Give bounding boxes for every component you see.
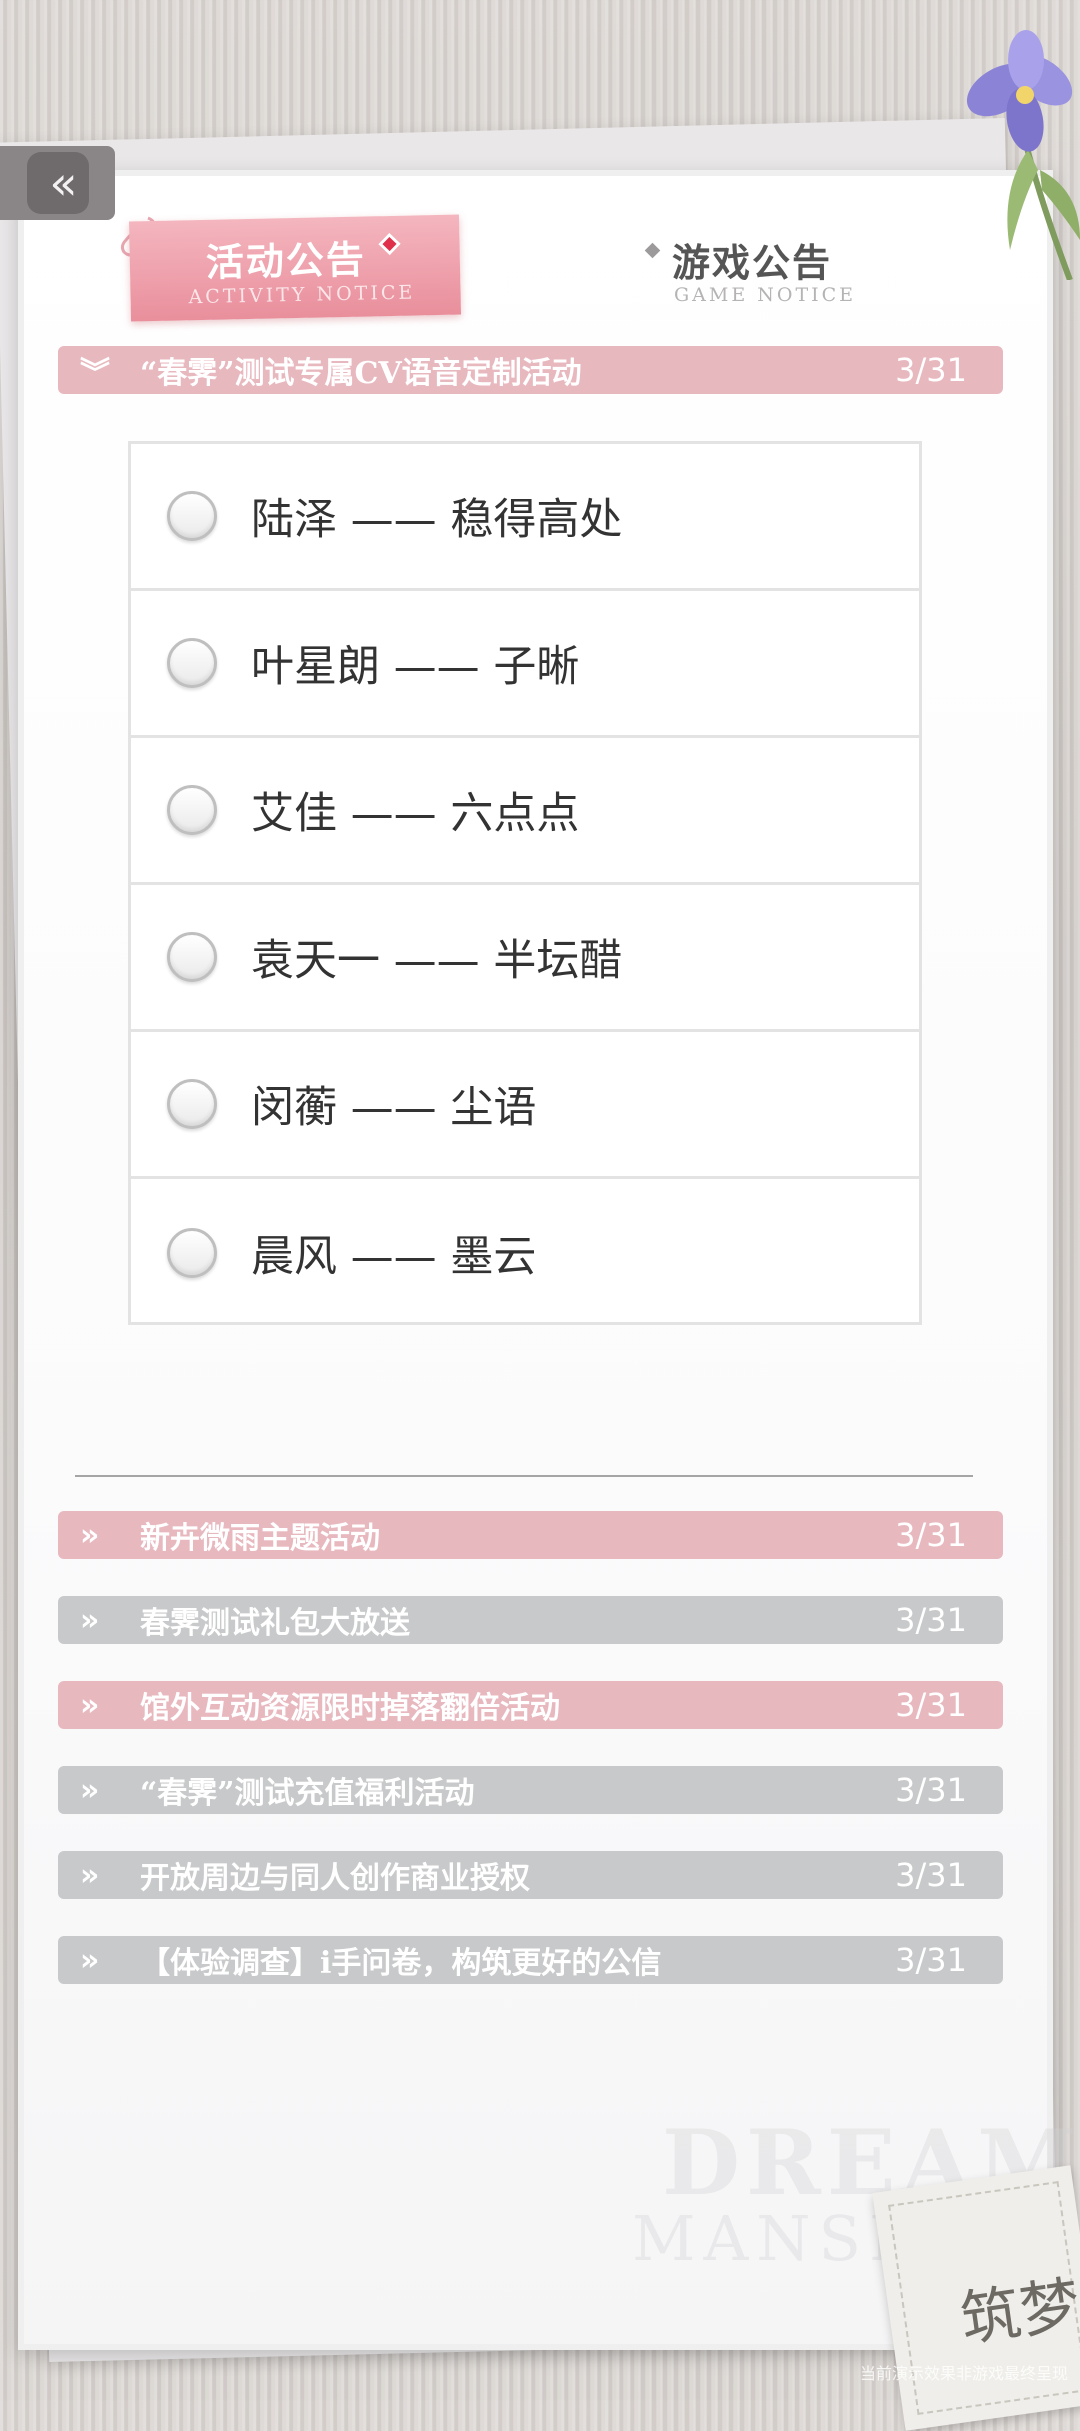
notice-title: 新卉微雨主题活动 (140, 1521, 380, 1556)
back-button[interactable]: « (0, 146, 115, 220)
notice-list-item[interactable]: » “春霁”测试充值福利活动 3/31 (58, 1766, 1003, 1814)
tab-activity-subtitle: ACTIVITY NOTICE (188, 281, 416, 309)
notice-date: 3/31 (895, 1516, 967, 1554)
notice-title: 开放周边与同人创作商业授权 (140, 1861, 530, 1896)
notice-title: 【体验调查】i手问卷，构筑更好的公信 (140, 1946, 662, 1981)
radio-button[interactable] (167, 932, 217, 982)
double-chevron-left-icon: « (26, 152, 89, 214)
double-chevron-right-icon: » (80, 1942, 100, 1978)
radio-button[interactable] (167, 638, 217, 688)
notice-title: “春霁”测试专属CV语音定制活动 (140, 356, 582, 391)
notice-date: 3/31 (895, 1601, 967, 1639)
notice-date: 3/31 (895, 1771, 967, 1809)
notice-list-item[interactable]: » 新卉微雨主题活动 3/31 (58, 1511, 1003, 1559)
tab-game-notice[interactable]: 游戏公告 GAME NOTICE (640, 228, 860, 308)
expanded-notice-header[interactable]: ︾ “春霁”测试专属CV语音定制活动 3/31 (58, 346, 1003, 394)
tab-game-subtitle: GAME NOTICE (674, 284, 857, 306)
double-chevron-right-icon: » (80, 1772, 100, 1808)
radio-button[interactable] (167, 785, 217, 835)
demo-disclaimer: 当前演示效果非游戏最终呈现 (859, 2364, 1068, 2383)
vote-option[interactable]: 闵蘅 —— 尘语 (131, 1032, 919, 1179)
diamond-bullet-icon (644, 242, 661, 259)
tab-activity-title: 活动公告 (205, 236, 367, 285)
tab-game-title: 游戏公告 (672, 240, 833, 285)
calligraphy-logo: 筑梦 (956, 2269, 1080, 2356)
notice-list-item[interactable]: » 春霁测试礼包大放送 3/31 (58, 1596, 1003, 1644)
radio-button[interactable] (167, 1227, 217, 1278)
radio-button[interactable] (167, 491, 217, 541)
iris-flower-decoration (966, 30, 1080, 280)
notice-title: “春霁”测试充值福利活动 (140, 1776, 475, 1811)
notice-title: 春霁测试礼包大放送 (140, 1606, 410, 1641)
tab-activity-notice[interactable]: 活动公告 ACTIVITY NOTICE (128, 214, 462, 322)
vote-option-label: 叶星朗 —— 子晰 (251, 642, 580, 692)
notice-list-item[interactable]: » 开放周边与同人创作商业授权 3/31 (58, 1851, 1003, 1899)
double-chevron-right-icon: » (80, 1517, 100, 1553)
radio-button[interactable] (167, 1079, 217, 1129)
notice-date: 3/31 (895, 1686, 967, 1724)
vote-option-label: 陆泽 —— 稳得高处 (251, 495, 623, 545)
double-chevron-right-icon: » (80, 1687, 100, 1723)
voice-vote-options: 陆泽 —— 稳得高处 叶星朗 —— 子晰 艾佳 —— 六点点 袁天一 —— 半坛… (128, 441, 922, 1325)
diamond-icon (378, 232, 401, 256)
vote-option[interactable]: 袁天一 —— 半坛醋 (131, 885, 919, 1032)
notice-date: 3/31 (895, 351, 967, 389)
notice-date: 3/31 (895, 1941, 967, 1979)
section-divider (75, 1475, 973, 1477)
vote-option[interactable]: 艾佳 —— 六点点 (131, 738, 919, 885)
double-chevron-right-icon: » (80, 1602, 100, 1638)
vote-option[interactable]: 晨风 —— 墨云 (131, 1179, 919, 1326)
vote-option-label: 闵蘅 —— 尘语 (251, 1083, 537, 1133)
vote-option-label: 袁天一 —— 半坛醋 (251, 936, 623, 986)
vote-option-label: 艾佳 —— 六点点 (251, 789, 580, 839)
vote-option[interactable]: 陆泽 —— 稳得高处 (131, 444, 919, 591)
notice-title: 馆外互动资源限时掉落翻倍活动 (140, 1691, 560, 1726)
vote-option-label: 晨风 —— 墨云 (251, 1231, 537, 1282)
double-chevron-right-icon: » (80, 1857, 100, 1893)
vote-option[interactable]: 叶星朗 —— 子晰 (131, 591, 919, 738)
notice-list-item[interactable]: » 馆外互动资源限时掉落翻倍活动 3/31 (58, 1681, 1003, 1729)
logo-card: 筑梦 (872, 2165, 1080, 2431)
double-chevron-down-icon: ︾ (80, 356, 110, 391)
notice-date: 3/31 (895, 1856, 967, 1894)
notice-list-item[interactable]: » 【体验调查】i手问卷，构筑更好的公信 3/31 (58, 1936, 1003, 1984)
